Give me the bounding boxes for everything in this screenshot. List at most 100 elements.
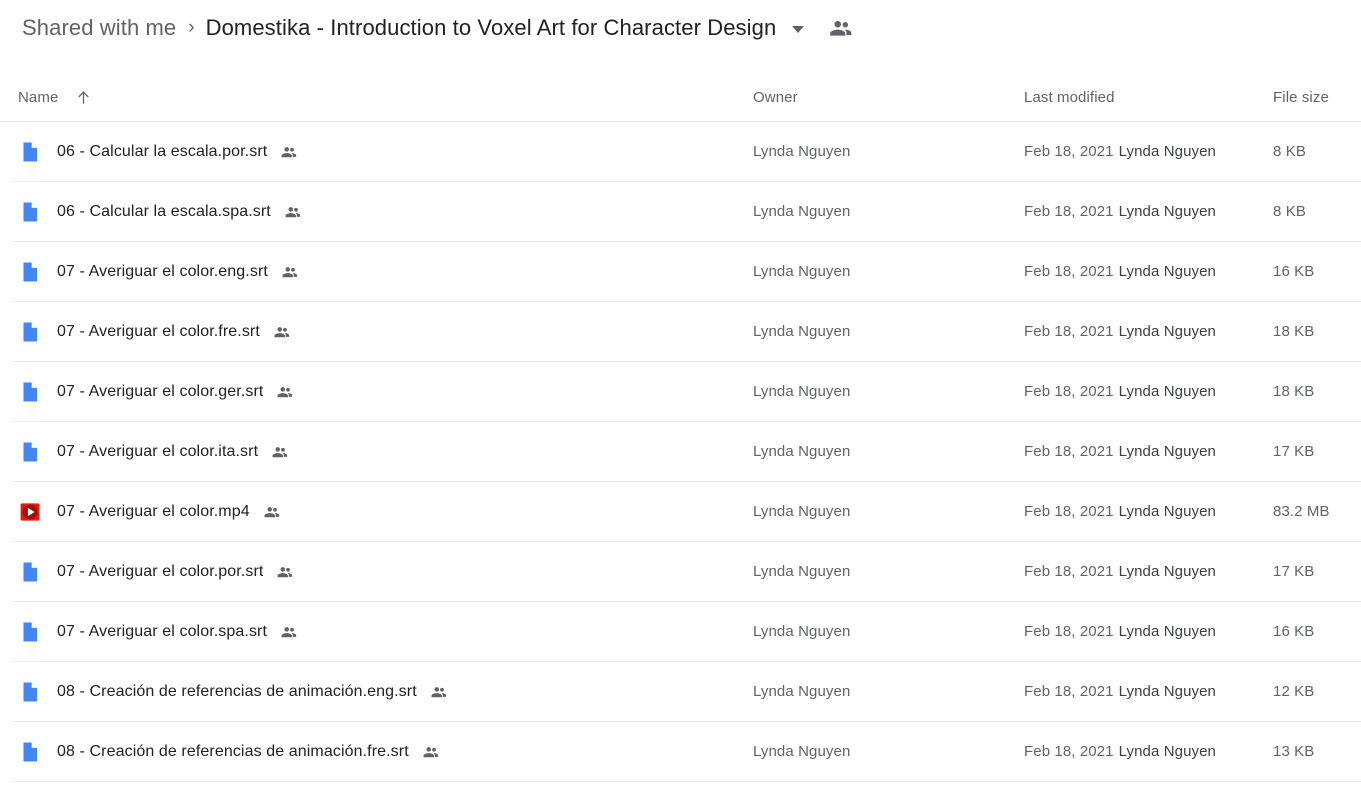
file-document-icon bbox=[18, 560, 42, 584]
file-last-modified: Feb 18, 2021 Lynda Nguyen bbox=[1024, 563, 1273, 580]
file-name-cell[interactable]: 07 - Averiguar el color.ger.srt bbox=[12, 380, 753, 404]
people-icon-glyph bbox=[830, 20, 852, 36]
people-icon-glyph bbox=[285, 206, 300, 217]
file-name-cell[interactable]: 06 - Calcular la escala.por.srt bbox=[12, 140, 753, 164]
people-icon-glyph bbox=[264, 506, 279, 517]
file-name-cell[interactable]: 07 - Averiguar el color.mp4 bbox=[12, 500, 753, 524]
file-last-modified: Feb 18, 2021 Lynda Nguyen bbox=[1024, 743, 1273, 760]
file-name-cell[interactable]: 07 - Averiguar el color.spa.srt bbox=[12, 620, 753, 644]
last-modified-by: Lynda Nguyen bbox=[1118, 143, 1216, 160]
table-row[interactable]: 07 - Averiguar el color.por.srt Lynda Ngu… bbox=[12, 542, 1361, 602]
last-modified-by: Lynda Nguyen bbox=[1118, 683, 1216, 700]
last-modified-by: Lynda Nguyen bbox=[1118, 323, 1216, 340]
last-modified-date: Feb 18, 2021 bbox=[1024, 743, 1114, 760]
shared-people-icon bbox=[263, 503, 281, 521]
file-name-label: 07 - Averiguar el color.eng.srt bbox=[57, 262, 268, 280]
file-document-icon-glyph bbox=[23, 562, 37, 581]
file-owner: Lynda Nguyen bbox=[753, 263, 851, 280]
last-modified-by: Lynda Nguyen bbox=[1118, 563, 1216, 580]
file-name-cell[interactable]: 07 - Averiguar el color.fre.srt bbox=[12, 320, 753, 344]
file-owner: Lynda Nguyen bbox=[753, 563, 851, 580]
last-modified-by: Lynda Nguyen bbox=[1118, 263, 1216, 280]
table-row[interactable]: 07 - Averiguar el color.mp4 Lynda Nguyen F… bbox=[12, 482, 1361, 542]
last-modified-date: Feb 18, 2021 bbox=[1024, 683, 1114, 700]
last-modified-date: Feb 18, 2021 bbox=[1024, 503, 1114, 520]
file-name-label: 07 - Averiguar el color.fre.srt bbox=[57, 322, 260, 340]
file-name-label: 07 - Averiguar el color.ita.srt bbox=[57, 442, 259, 460]
file-document-icon-glyph bbox=[23, 382, 37, 401]
file-document-icon bbox=[18, 680, 42, 704]
file-document-icon bbox=[18, 320, 42, 344]
file-document-icon bbox=[18, 260, 42, 284]
table-row[interactable]: 08 - Creación de referencias de animació… bbox=[12, 662, 1361, 722]
last-modified-date: Feb 18, 2021 bbox=[1024, 143, 1114, 160]
file-document-icon-glyph bbox=[23, 202, 37, 221]
file-list: 06 - Calcular la escala.por.srt Lynda Ngu… bbox=[0, 122, 1361, 782]
file-owner: Lynda Nguyen bbox=[753, 323, 851, 340]
table-row[interactable]: 07 - Averiguar el color.fre.srt Lynda Ngu… bbox=[12, 302, 1361, 362]
last-modified-date: Feb 18, 2021 bbox=[1024, 443, 1114, 460]
table-row[interactable]: 08 - Creación de referencias de animació… bbox=[12, 722, 1361, 782]
people-icon-glyph bbox=[423, 746, 438, 757]
shared-people-icon bbox=[280, 623, 298, 641]
table-row[interactable]: 07 - Averiguar el color.eng.srt Lynda Ngu… bbox=[12, 242, 1361, 302]
file-name-cell[interactable]: 06 - Calcular la escala.spa.srt bbox=[12, 200, 753, 224]
shared-people-icon bbox=[271, 443, 289, 461]
arrow-up-icon-glyph bbox=[78, 91, 89, 104]
shared-people-icon bbox=[422, 743, 440, 761]
last-modified-date: Feb 18, 2021 bbox=[1024, 623, 1114, 640]
breadcrumb-current-folder[interactable]: Domestika - Introduction to Voxel Art fo… bbox=[206, 15, 777, 41]
file-owner: Lynda Nguyen bbox=[753, 443, 851, 460]
shared-people-icon bbox=[276, 563, 294, 581]
column-header-owner[interactable]: Owner bbox=[753, 89, 1024, 106]
file-last-modified: Feb 18, 2021 Lynda Nguyen bbox=[1024, 263, 1273, 280]
file-name-cell[interactable]: 07 - Averiguar el color.eng.srt bbox=[12, 260, 753, 284]
last-modified-by: Lynda Nguyen bbox=[1118, 383, 1216, 400]
file-size: 83.2 MB bbox=[1273, 503, 1330, 520]
column-header-file-size[interactable]: File size bbox=[1273, 89, 1329, 106]
arrow-up-icon[interactable] bbox=[75, 89, 92, 106]
last-modified-date: Feb 18, 2021 bbox=[1024, 383, 1114, 400]
people-icon-glyph bbox=[281, 626, 297, 637]
table-row[interactable]: 07 - Averiguar el color.spa.srt Lynda Ngu… bbox=[12, 602, 1361, 662]
table-row[interactable]: 07 - Averiguar el color.ger.srt Lynda Ngu… bbox=[12, 362, 1361, 422]
table-row[interactable]: 06 - Calcular la escala.por.srt Lynda Ngu… bbox=[12, 122, 1361, 182]
column-header-name-label: Name bbox=[18, 89, 59, 106]
file-name-cell[interactable]: 08 - Creación de referencias de animació… bbox=[12, 680, 753, 704]
file-last-modified: Feb 18, 2021 Lynda Nguyen bbox=[1024, 383, 1273, 400]
file-last-modified: Feb 18, 2021 Lynda Nguyen bbox=[1024, 143, 1273, 160]
file-name-cell[interactable]: 07 - Averiguar el color.ita.srt bbox=[12, 440, 753, 464]
file-video-icon bbox=[18, 500, 42, 524]
shared-people-icon bbox=[281, 263, 299, 281]
last-modified-by: Lynda Nguyen bbox=[1118, 203, 1216, 220]
file-last-modified: Feb 18, 2021 Lynda Nguyen bbox=[1024, 623, 1273, 640]
people-icon-glyph bbox=[277, 566, 293, 577]
last-modified-date: Feb 18, 2021 bbox=[1024, 263, 1114, 280]
chevron-down-icon[interactable] bbox=[792, 26, 805, 33]
table-row[interactable]: 07 - Averiguar el color.ita.srt Lynda Ngu… bbox=[12, 422, 1361, 482]
people-icon-glyph bbox=[274, 326, 290, 337]
file-name-cell[interactable]: 08 - Creación de referencias de animació… bbox=[12, 740, 753, 764]
file-owner: Lynda Nguyen bbox=[753, 623, 851, 640]
table-row[interactable]: 06 - Calcular la escala.spa.srt Lynda Ngu… bbox=[12, 182, 1361, 242]
shared-people-icon bbox=[273, 323, 291, 341]
file-name-cell[interactable]: 07 - Averiguar el color.por.srt bbox=[12, 560, 753, 584]
file-owner: Lynda Nguyen bbox=[753, 683, 851, 700]
file-document-icon bbox=[18, 740, 42, 764]
people-icon-glyph bbox=[272, 446, 288, 457]
breadcrumb-separator-icon: › bbox=[188, 17, 195, 38]
file-document-icon-glyph bbox=[23, 442, 37, 461]
shared-people-icon bbox=[430, 683, 448, 701]
column-header-name[interactable]: Name bbox=[12, 89, 753, 106]
column-header-last-modified[interactable]: Last modified bbox=[1024, 89, 1273, 106]
file-document-icon-glyph bbox=[23, 742, 37, 761]
file-size: 8 KB bbox=[1273, 203, 1306, 220]
people-icon-glyph bbox=[431, 686, 446, 697]
file-name-label: 06 - Calcular la escala.por.srt bbox=[57, 142, 268, 160]
file-last-modified: Feb 18, 2021 Lynda Nguyen bbox=[1024, 503, 1273, 520]
breadcrumb-parent-link[interactable]: Shared with me bbox=[22, 15, 176, 41]
file-owner: Lynda Nguyen bbox=[753, 203, 851, 220]
file-owner: Lynda Nguyen bbox=[753, 383, 851, 400]
file-size: 16 KB bbox=[1273, 263, 1315, 280]
people-icon-glyph bbox=[281, 146, 297, 157]
